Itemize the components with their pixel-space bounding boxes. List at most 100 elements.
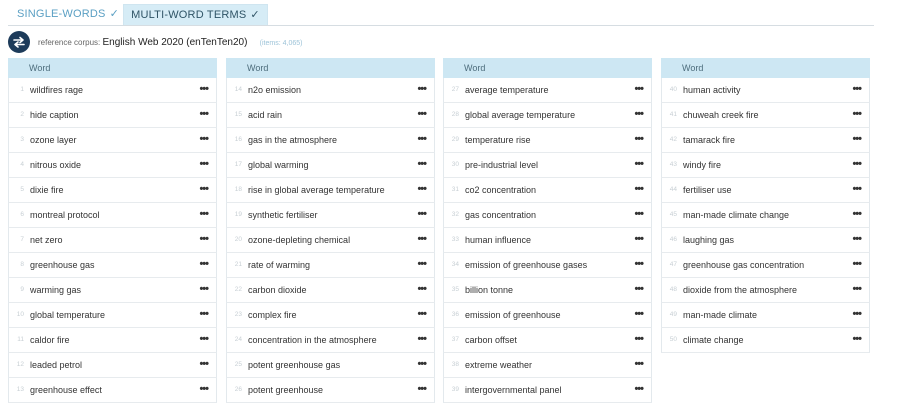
term-text[interactable]: hide caption: [30, 103, 79, 127]
term-text[interactable]: montreal protocol: [30, 203, 100, 227]
more-options-icon[interactable]: •••: [199, 303, 209, 325]
term-text[interactable]: human influence: [465, 228, 531, 252]
term-text[interactable]: greenhouse effect: [30, 378, 102, 402]
table-row[interactable]: 30 pre-industrial level •••: [443, 153, 652, 178]
more-options-icon[interactable]: •••: [199, 253, 209, 275]
more-options-icon[interactable]: •••: [199, 353, 209, 375]
table-row[interactable]: 37 carbon offset •••: [443, 328, 652, 353]
table-row[interactable]: 26 potent greenhouse •••: [226, 378, 435, 403]
table-row[interactable]: 19 synthetic fertiliser •••: [226, 203, 435, 228]
term-text[interactable]: concentration in the atmosphere: [248, 328, 377, 352]
term-text[interactable]: synthetic fertiliser: [248, 203, 318, 227]
more-options-icon[interactable]: •••: [417, 253, 427, 275]
table-row[interactable]: 7 net zero •••: [8, 228, 217, 253]
term-text[interactable]: laughing gas: [683, 228, 734, 252]
reference-corpus-name[interactable]: English Web 2020 (enTenTen20): [103, 37, 248, 48]
term-text[interactable]: n2o emission: [248, 78, 301, 102]
more-options-icon[interactable]: •••: [852, 303, 862, 325]
more-options-icon[interactable]: •••: [417, 303, 427, 325]
term-text[interactable]: greenhouse gas concentration: [683, 253, 804, 277]
table-row[interactable]: 9 warming gas •••: [8, 278, 217, 303]
more-options-icon[interactable]: •••: [852, 278, 862, 300]
more-options-icon[interactable]: •••: [852, 178, 862, 200]
term-text[interactable]: tamarack fire: [683, 128, 735, 152]
term-text[interactable]: ozone-depleting chemical: [248, 228, 350, 252]
table-row[interactable]: 4 nitrous oxide •••: [8, 153, 217, 178]
tab-single-words[interactable]: SINGLE-WORDS ✓: [8, 4, 129, 24]
more-options-icon[interactable]: •••: [417, 178, 427, 200]
more-options-icon[interactable]: •••: [417, 78, 427, 100]
table-row[interactable]: 25 potent greenhouse gas •••: [226, 353, 435, 378]
more-options-icon[interactable]: •••: [634, 278, 644, 300]
table-row[interactable]: 27 average temperature •••: [443, 78, 652, 103]
more-options-icon[interactable]: •••: [852, 328, 862, 350]
more-options-icon[interactable]: •••: [417, 228, 427, 250]
table-row[interactable]: 41 chuweah creek fire •••: [661, 103, 870, 128]
table-row[interactable]: 39 intergovernmental panel •••: [443, 378, 652, 403]
table-row[interactable]: 16 gas in the atmosphere •••: [226, 128, 435, 153]
table-row[interactable]: 10 global temperature •••: [8, 303, 217, 328]
table-row[interactable]: 20 ozone-depleting chemical •••: [226, 228, 435, 253]
more-options-icon[interactable]: •••: [634, 378, 644, 400]
table-row[interactable]: 24 concentration in the atmosphere •••: [226, 328, 435, 353]
term-text[interactable]: fertiliser use: [683, 178, 732, 202]
table-row[interactable]: 46 laughing gas •••: [661, 228, 870, 253]
table-row[interactable]: 31 co2 concentration •••: [443, 178, 652, 203]
term-text[interactable]: chuweah creek fire: [683, 103, 759, 127]
table-row[interactable]: 47 greenhouse gas concentration •••: [661, 253, 870, 278]
more-options-icon[interactable]: •••: [634, 303, 644, 325]
column-header-word[interactable]: Word: [443, 58, 652, 78]
term-text[interactable]: man-made climate change: [683, 203, 789, 227]
column-header-word[interactable]: Word: [226, 58, 435, 78]
tab-multi-word-terms[interactable]: MULTI-WORD TERMS ✓: [123, 4, 268, 25]
table-row[interactable]: 3 ozone layer •••: [8, 128, 217, 153]
term-text[interactable]: pre-industrial level: [465, 153, 538, 177]
more-options-icon[interactable]: •••: [634, 153, 644, 175]
more-options-icon[interactable]: •••: [417, 153, 427, 175]
table-row[interactable]: 14 n2o emission •••: [226, 78, 435, 103]
more-options-icon[interactable]: •••: [634, 178, 644, 200]
more-options-icon[interactable]: •••: [199, 78, 209, 100]
table-row[interactable]: 32 gas concentration •••: [443, 203, 652, 228]
more-options-icon[interactable]: •••: [852, 128, 862, 150]
term-text[interactable]: greenhouse gas: [30, 253, 95, 277]
table-row[interactable]: 28 global average temperature •••: [443, 103, 652, 128]
term-text[interactable]: human activity: [683, 78, 741, 102]
term-text[interactable]: gas concentration: [465, 203, 536, 227]
more-options-icon[interactable]: •••: [417, 378, 427, 400]
more-options-icon[interactable]: •••: [852, 203, 862, 225]
table-row[interactable]: 42 tamarack fire •••: [661, 128, 870, 153]
term-text[interactable]: global temperature: [30, 303, 105, 327]
term-text[interactable]: potent greenhouse gas: [248, 353, 340, 377]
table-row[interactable]: 36 emission of greenhouse •••: [443, 303, 652, 328]
more-options-icon[interactable]: •••: [852, 228, 862, 250]
table-row[interactable]: 40 human activity •••: [661, 78, 870, 103]
term-text[interactable]: emission of greenhouse: [465, 303, 561, 327]
more-options-icon[interactable]: •••: [634, 253, 644, 275]
term-text[interactable]: billion tonne: [465, 278, 513, 302]
more-options-icon[interactable]: •••: [417, 128, 427, 150]
term-text[interactable]: carbon offset: [465, 328, 517, 352]
table-row[interactable]: 18 rise in global average temperature •••: [226, 178, 435, 203]
term-text[interactable]: net zero: [30, 228, 63, 252]
term-text[interactable]: average temperature: [465, 78, 549, 102]
swap-corpus-button[interactable]: [8, 31, 30, 53]
more-options-icon[interactable]: •••: [199, 153, 209, 175]
term-text[interactable]: nitrous oxide: [30, 153, 81, 177]
table-row[interactable]: 13 greenhouse effect •••: [8, 378, 217, 403]
term-text[interactable]: global average temperature: [465, 103, 575, 127]
more-options-icon[interactable]: •••: [199, 103, 209, 125]
table-row[interactable]: 48 dioxide from the atmosphere •••: [661, 278, 870, 303]
term-text[interactable]: potent greenhouse: [248, 378, 323, 402]
table-row[interactable]: 50 climate change •••: [661, 328, 870, 353]
term-text[interactable]: emission of greenhouse gases: [465, 253, 587, 277]
term-text[interactable]: extreme weather: [465, 353, 532, 377]
table-row[interactable]: 49 man-made climate •••: [661, 303, 870, 328]
table-row[interactable]: 43 windy fire •••: [661, 153, 870, 178]
more-options-icon[interactable]: •••: [634, 203, 644, 225]
term-text[interactable]: climate change: [683, 328, 744, 352]
more-options-icon[interactable]: •••: [417, 353, 427, 375]
term-text[interactable]: temperature rise: [465, 128, 531, 152]
table-row[interactable]: 5 dixie fire •••: [8, 178, 217, 203]
table-row[interactable]: 12 leaded petrol •••: [8, 353, 217, 378]
